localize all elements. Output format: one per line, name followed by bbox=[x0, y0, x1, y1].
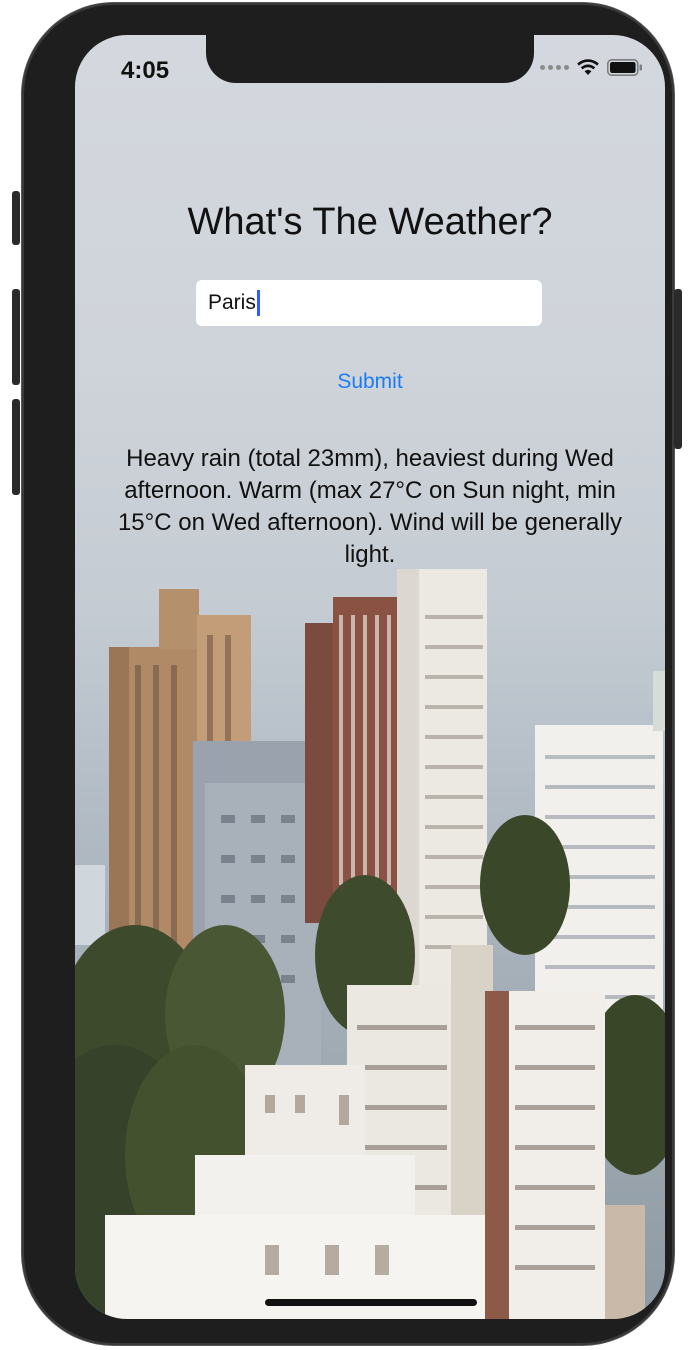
phone-frame: 4:05 What's The Weather? Paris Submit He… bbox=[12, 3, 682, 1345]
submit-button[interactable]: Submit bbox=[75, 369, 665, 395]
city-search-input[interactable]: Paris bbox=[196, 280, 542, 326]
status-time: 4:05 bbox=[121, 57, 170, 84]
signal-dots-icon bbox=[540, 65, 569, 70]
page-title: What's The Weather? bbox=[187, 201, 553, 243]
power-button bbox=[674, 289, 682, 449]
home-indicator[interactable] bbox=[265, 1299, 477, 1306]
status-icons bbox=[540, 59, 643, 76]
volume-up-button bbox=[12, 289, 20, 385]
volume-down-button bbox=[12, 399, 20, 495]
forecast-text: Heavy rain (total 23mm), heaviest during… bbox=[117, 445, 623, 568]
text-cursor bbox=[256, 290, 260, 316]
city-input-value: Paris bbox=[208, 291, 256, 314]
device-notch bbox=[206, 35, 534, 83]
app-screen: 4:05 What's The Weather? Paris Submit He… bbox=[75, 35, 665, 1319]
mute-switch bbox=[12, 191, 20, 245]
battery-icon bbox=[607, 59, 642, 76]
wifi-icon bbox=[577, 59, 599, 75]
